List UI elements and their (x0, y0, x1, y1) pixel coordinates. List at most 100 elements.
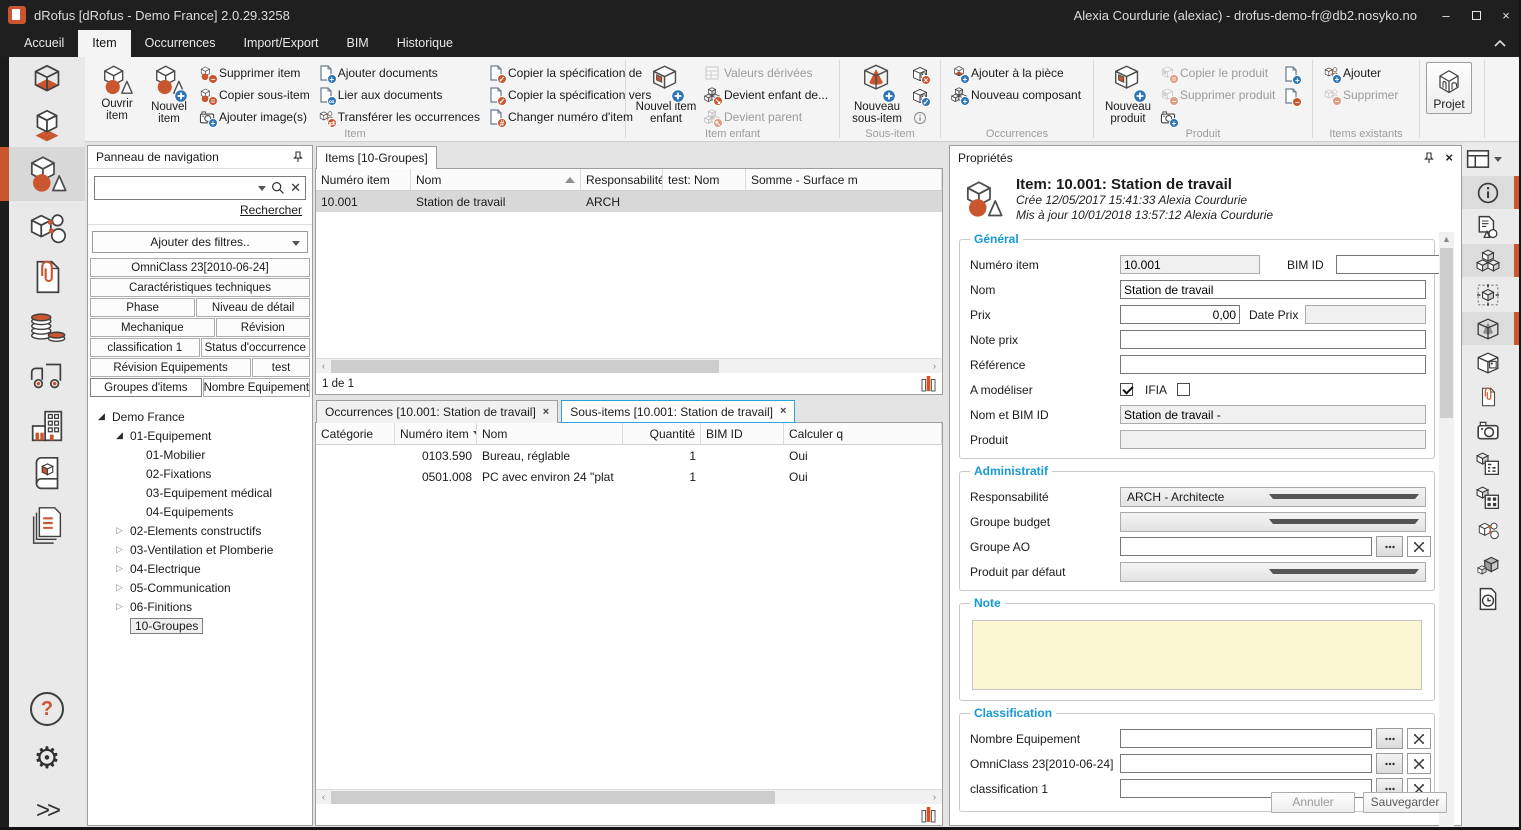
view-parent-items[interactable] (1462, 548, 1514, 581)
scroll-right-icon[interactable]: › (927, 790, 942, 805)
bim-id-input[interactable] (1336, 255, 1448, 274)
add-product-image-button[interactable]: + (1160, 107, 1275, 127)
tab-bim[interactable]: BIM (333, 30, 383, 57)
valeurs-derivees-button[interactable]: Valeurs dérivées (704, 63, 828, 83)
view-classification[interactable] (1462, 447, 1514, 480)
sidebar-item-items[interactable] (9, 149, 85, 197)
ajouter-documents-button[interactable]: + Ajouter documents (318, 63, 480, 83)
tree-item-02-elements-constructifs[interactable]: 02-Elements constructifs (88, 521, 312, 540)
tab-item[interactable]: Item (78, 30, 130, 57)
numero-item-input[interactable] (1120, 255, 1260, 274)
prix-input[interactable] (1120, 305, 1240, 324)
pin-icon[interactable] (1423, 152, 1435, 164)
scrollbar-thumb[interactable] (331, 791, 775, 804)
column-nom[interactable]: Nom (477, 423, 623, 444)
filter-classification-1[interactable]: classification 1 (90, 338, 200, 357)
omniclass-clear-button[interactable] (1407, 753, 1431, 774)
copier-le-produit-button[interactable]: = Copier le produit (1160, 63, 1275, 83)
maximize-button[interactable] (1461, 0, 1491, 30)
pin-icon[interactable] (292, 151, 304, 163)
supprimer-item-button[interactable]: − Supprimer item (199, 63, 310, 83)
close-button[interactable]: × (1491, 0, 1521, 30)
horizontal-scrollbar[interactable]: ‹ › (316, 358, 942, 373)
date-prix-input[interactable] (1305, 305, 1426, 324)
tree-item-04-equipements[interactable]: 04-Equipements (88, 502, 312, 521)
sidebar-item-room-function[interactable] (9, 103, 85, 151)
ifia-checkbox[interactable] (1177, 383, 1190, 396)
view-attachments[interactable] (1462, 380, 1514, 413)
devient-parent-button[interactable]: ↖ Devient parent (704, 107, 828, 127)
nombre-equipement-browse-button[interactable] (1376, 728, 1403, 749)
table-row[interactable]: 0103.590 Bureau, réglable 1 Oui (316, 445, 942, 466)
view-components[interactable] (1462, 514, 1514, 547)
items-existants-ajouter-button[interactable]: + Ajouter (1323, 63, 1398, 83)
expander-icon[interactable] (116, 582, 130, 593)
tree-item-01-mobilier[interactable]: 01-Mobilier (88, 445, 312, 464)
reference-input[interactable] (1120, 355, 1426, 374)
filter-test[interactable]: test (252, 358, 310, 377)
column-calculer[interactable]: Calculer q (784, 423, 942, 444)
filter-omniclass[interactable]: OmniClass 23[2010-06-24] (90, 258, 310, 277)
tab-occurrences[interactable]: Occurrences (131, 30, 230, 57)
sidebar-item-logistics[interactable] (9, 352, 85, 400)
sidebar-item-catalog[interactable] (9, 451, 85, 499)
ajouter-images-button[interactable]: + Ajouter image(s) (199, 107, 310, 127)
devient-enfant-de-button[interactable]: ↘ Devient enfant de... (704, 85, 828, 105)
nombre-equipement-clear-button[interactable] (1407, 728, 1431, 749)
scrollbar-thumb[interactable] (331, 360, 719, 373)
nouveau-produit-button[interactable]: Nouveau produit (1100, 60, 1156, 125)
groupe-ao-clear-button[interactable] (1407, 536, 1431, 557)
column-nom[interactable]: Nom (411, 169, 581, 190)
view-codes[interactable] (1462, 481, 1514, 514)
tree-item-05-communication[interactable]: 05-Communication (88, 578, 312, 597)
sidebar-item-finance[interactable] (9, 303, 85, 351)
close-tab-icon[interactable]: × (780, 406, 786, 417)
tree-item-02-fixations[interactable]: 02-Fixations (88, 464, 312, 483)
scrollbar-thumb[interactable] (1440, 248, 1453, 418)
tab-sous-items-item[interactable]: Sous-items [10.001: Station de travail]× (561, 400, 795, 423)
projet-button[interactable]: Projet (1426, 62, 1472, 114)
view-specification[interactable] (1462, 210, 1514, 243)
tree-item-demo-france[interactable]: Demo France (88, 407, 312, 426)
scroll-up-icon[interactable]: ▲ (1439, 232, 1454, 247)
rechercher-link[interactable]: Rechercher (240, 203, 302, 217)
sidebar-item-settings[interactable]: ⚙ (9, 735, 85, 783)
close-panel-icon[interactable]: × (1445, 150, 1453, 165)
table-row[interactable]: 0501.008 PC avec environ 24 "plat 1 Oui (316, 466, 942, 487)
groupe-ao-browse-button[interactable] (1376, 536, 1403, 557)
filter-groupes-items[interactable]: Groupes d'items (90, 378, 202, 397)
sauvegarder-button[interactable]: Sauvegarder (1363, 792, 1447, 813)
filter-phase[interactable]: Phase (90, 298, 195, 317)
edit-subitem-icon-button[interactable]: ✓ (912, 86, 928, 106)
scroll-left-icon[interactable]: ‹ (316, 790, 331, 805)
filter-niveau-detail[interactable]: Niveau de détail (196, 298, 310, 317)
scroll-left-icon[interactable]: ‹ (316, 359, 331, 374)
sidebar-item-components[interactable] (9, 205, 85, 253)
tab-items-10-groupes[interactable]: Items [10-Groupes] (316, 146, 437, 169)
sidebar-item-attachments[interactable] (9, 253, 85, 301)
minimize-button[interactable]: – (1431, 0, 1461, 30)
nouveau-sous-item-button[interactable]: Nouveau sous-item (846, 60, 908, 125)
filter-caracteristiques[interactable]: Caractéristiques techniques (90, 278, 310, 297)
search-input[interactable] (99, 181, 253, 195)
filter-nombre-equipement[interactable]: Nombre Equipement (203, 378, 310, 397)
filter-revision[interactable]: Révision (216, 318, 310, 337)
tree-item-01-equipement[interactable]: 01-Equipement (88, 426, 312, 445)
omniclass-browse-button[interactable] (1376, 753, 1403, 774)
sidebar-item-help[interactable]: ? (9, 685, 85, 733)
produit-par-defaut-select[interactable] (1120, 562, 1426, 582)
sidebar-item-reports[interactable] (9, 501, 85, 549)
items-existants-supprimer-button[interactable]: − Supprimer (1323, 85, 1398, 105)
annuler-button[interactable]: Annuler (1271, 792, 1355, 813)
expander-icon[interactable] (116, 430, 130, 441)
product-doc-remove-button[interactable]: − (1283, 86, 1299, 106)
column-numero-item[interactable]: Numéro item (316, 169, 411, 190)
groupe-budget-select[interactable] (1120, 512, 1426, 532)
column-quantite[interactable]: Quantité (623, 423, 701, 444)
responsabilite-select[interactable]: ARCH - Architecte (1120, 487, 1426, 507)
expander-icon[interactable] (116, 563, 130, 574)
nouvel-item-button[interactable]: Nouvel item (143, 60, 195, 125)
ouvrir-item-button[interactable]: Ouvrir item (91, 60, 143, 122)
tree-item-04-electrique[interactable]: 04-Electrique (88, 559, 312, 578)
view-occurrences[interactable] (1462, 312, 1514, 345)
